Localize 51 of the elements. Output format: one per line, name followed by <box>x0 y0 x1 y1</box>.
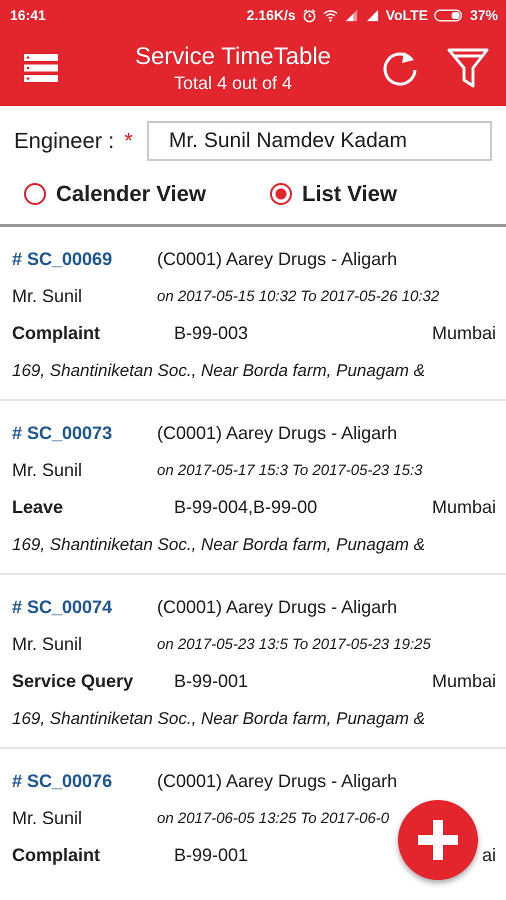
customer-name: (C0001) Aarey Drugs - Aligarh <box>157 771 398 792</box>
unit-code: B-99-001 <box>174 845 250 866</box>
network-type: VoLTE <box>386 7 428 23</box>
alarm-icon <box>302 8 317 22</box>
view-radio[interactable]: Calender View <box>24 176 206 212</box>
schedule-range: on 2017-05-23 13:5 To 2017-05-23 19:25 <box>157 636 431 653</box>
service-id[interactable]: # SC_00074 <box>12 597 157 618</box>
engineer-name: Mr. Sunil <box>12 286 84 307</box>
signal-icon <box>364 8 380 22</box>
unit-code: B-99-003 <box>174 323 250 344</box>
add-button[interactable] <box>398 800 478 880</box>
service-type: Complaint <box>12 323 101 344</box>
city-name: ai <box>482 845 496 866</box>
address-text: 169, Shantiniketan Soc., Near Borda farm, Punagam & <box>12 708 425 728</box>
battery-icon <box>434 8 464 22</box>
unit-code: B-99-001 <box>174 671 250 692</box>
city-name: Mumbai <box>432 497 496 518</box>
engineer-name: Mr. Sunil <box>12 634 84 655</box>
signal-icon <box>344 8 359 22</box>
address-text: 169, Shantiniketan Soc., Near Borda farm, Punagam & <box>12 534 425 554</box>
engineer-name: Mr. Sunil <box>12 460 84 481</box>
service-type: Leave <box>12 497 64 518</box>
customer-name: (C0001) Aarey Drugs - Aligarh <box>157 423 398 444</box>
customer-name: (C0001) Aarey Drugs - Aligarh <box>157 249 398 270</box>
schedule-range: on 2017-06-05 13:25 To 2017-06-0 <box>157 810 390 827</box>
battery-level: 37% <box>470 7 498 23</box>
city-name: Mumbai <box>432 671 496 692</box>
record-count: Total 4 out of 4 <box>174 72 292 94</box>
screen-title: Service TimeTable <box>134 42 332 72</box>
service-id[interactable]: # SC_00073 <box>12 423 157 444</box>
service-type: Service Query <box>12 671 134 692</box>
city-name: Mumbai <box>432 323 496 344</box>
required-mark: * <box>124 128 133 154</box>
service-id[interactable]: # SC_00076 <box>12 771 157 792</box>
unit-code: B-99-004,B-99-00 <box>174 497 318 518</box>
engineer-field[interactable]: Mr. Sunil Namdev Kadam <box>146 121 492 161</box>
service-id[interactable]: # SC_00069 <box>12 249 157 270</box>
service-type: Complaint <box>12 845 101 866</box>
menu-icon <box>24 53 58 83</box>
plus-icon <box>418 820 458 860</box>
schedule-range: on 2017-05-15 10:32 To 2017-05-26 10:32 <box>157 288 440 305</box>
wifi-icon <box>322 8 338 22</box>
customer-name: (C0001) Aarey Drugs - Aligarh <box>157 597 398 618</box>
status-time: 16:41 <box>10 7 46 23</box>
field-label: Engineer : <box>14 128 114 154</box>
network-speed: 2.16K/s <box>246 7 296 23</box>
filter-icon <box>446 46 490 90</box>
view-radio[interactable]: List View <box>270 176 397 212</box>
address-text: 169, Shantiniketan Soc., Near Borda farm, Punagam & <box>12 360 425 380</box>
engineer-name: Mr. Sunil <box>12 808 84 829</box>
schedule-range: on 2017-05-17 15:3 To 2017-05-23 15:3 <box>157 462 422 479</box>
